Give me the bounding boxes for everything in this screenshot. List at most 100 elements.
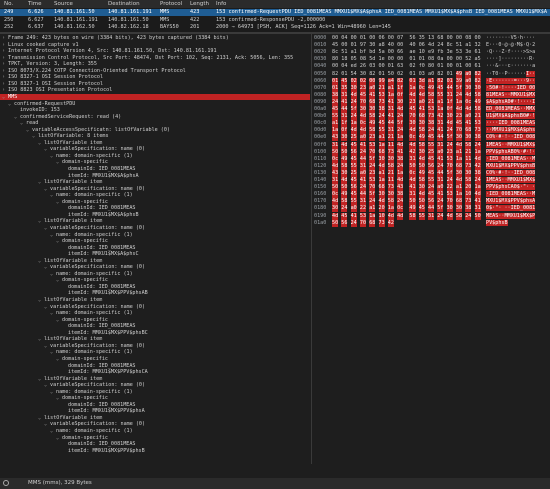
hex-byte[interactable]: 56: [350, 148, 357, 156]
hex-byte[interactable]: 30: [465, 84, 472, 92]
hex-byte[interactable]: 58: [465, 177, 472, 184]
hex-byte[interactable]: 31: [428, 212, 435, 220]
hex-byte[interactable]: 30: [418, 120, 425, 128]
hex-byte[interactable]: a1: [437, 98, 444, 106]
hex-byte[interactable]: 30: [455, 205, 463, 213]
hex-byte[interactable]: 11: [465, 155, 472, 163]
hex-byte[interactable]: 30: [446, 205, 453, 213]
hex-byte[interactable]: 4d: [474, 191, 481, 199]
hex-byte[interactable]: 21: [387, 134, 394, 142]
hex-byte[interactable]: 45: [359, 91, 367, 99]
col-protocol[interactable]: Protocol: [160, 1, 182, 7]
hex-byte[interactable]: 4d: [397, 106, 404, 113]
vertical-divider[interactable]: [311, 34, 312, 464]
hex-byte[interactable]: 50: [409, 162, 416, 170]
hex-byte[interactable]: a1: [369, 205, 376, 213]
hex-byte[interactable]: 45: [378, 120, 385, 128]
hex-byte[interactable]: 4d: [418, 155, 425, 163]
hex-byte[interactable]: 45: [437, 84, 444, 92]
hex-byte[interactable]: 61: [475, 49, 481, 56]
hex-byte[interactable]: 80: [428, 63, 434, 70]
hex-byte[interactable]: 44: [341, 106, 348, 113]
hex-byte[interactable]: 0a: [437, 56, 443, 63]
hex-byte[interactable]: 4d: [409, 141, 416, 149]
hex-byte[interactable]: 1a: [455, 191, 463, 199]
hex-byte[interactable]: 49: [369, 120, 376, 128]
hex-byte[interactable]: a1: [351, 49, 357, 56]
hex-byte[interactable]: 53: [446, 155, 453, 163]
hex-byte[interactable]: 51: [341, 49, 347, 56]
hex-byte[interactable]: 4d: [474, 155, 481, 163]
hex-byte[interactable]: 41: [350, 212, 357, 220]
packet-list[interactable]: No. Time Source Destination Protocol Len…: [0, 0, 550, 32]
hex-byte[interactable]: a1: [465, 42, 471, 49]
hex-byte[interactable]: 45: [409, 106, 416, 113]
hex-byte[interactable]: 68: [437, 35, 443, 42]
hex-byte[interactable]: 0c: [409, 169, 416, 177]
hex-byte[interactable]: 41: [341, 98, 348, 106]
hex-byte[interactable]: 55: [350, 162, 357, 170]
hex-byte[interactable]: 22: [446, 184, 453, 192]
hex-byte[interactable]: 97: [360, 42, 366, 49]
hex-byte[interactable]: 01: [379, 71, 385, 78]
hex-byte[interactable]: 4d: [465, 106, 472, 113]
hex-byte[interactable]: 21: [387, 169, 394, 177]
hex-byte[interactable]: 26: [360, 63, 366, 70]
hex-byte[interactable]: 4d: [378, 198, 385, 206]
hex-byte[interactable]: 82: [437, 71, 443, 78]
col-source[interactable]: Source: [54, 1, 73, 7]
hex-byte[interactable]: 4d: [332, 162, 339, 170]
hex-byte[interactable]: 02: [359, 77, 367, 85]
hex-byte[interactable]: 41: [387, 113, 394, 121]
tree-node[interactable]: ⌄ variableSpecification: name (0): [0, 304, 145, 311]
hex-byte[interactable]: 53: [446, 191, 453, 199]
tree-node[interactable]: ⌄ name: domain-specific (1): [0, 389, 133, 396]
hex-byte[interactable]: a0: [437, 148, 444, 156]
hex-byte[interactable]: 49: [418, 169, 425, 177]
col-no[interactable]: No.: [4, 1, 13, 7]
hex-byte[interactable]: 50: [388, 71, 394, 78]
tree-node[interactable]: domainId: IED_0081MEAS: [0, 245, 135, 252]
tree-node[interactable]: › Transmission Control Protocol, Src Port…: [0, 55, 293, 62]
hex-byte[interactable]: 1a: [332, 127, 339, 135]
hex-byte[interactable]: 08: [360, 56, 366, 63]
hex-byte[interactable]: 24: [350, 219, 357, 227]
hex-byte[interactable]: e9: [428, 49, 434, 56]
hex-byte[interactable]: 1a: [474, 148, 481, 156]
hex-byte[interactable]: 58: [418, 127, 425, 135]
hex-byte[interactable]: 50: [341, 148, 348, 156]
hex-byte[interactable]: 24: [446, 177, 453, 184]
hex-byte[interactable]: a0: [428, 71, 434, 78]
hex-byte[interactable]: 73: [387, 184, 394, 192]
hex-byte[interactable]: 4d: [397, 177, 404, 184]
hex-byte[interactable]: 24: [446, 127, 453, 135]
tree-node[interactable]: domainId: IED_0081MEAS: [0, 284, 135, 291]
hex-byte[interactable]: 41: [437, 127, 444, 135]
hex-byte[interactable]: 00: [332, 63, 338, 70]
hex-byte[interactable]: 61: [475, 63, 481, 70]
hex-byte[interactable]: 4d: [418, 191, 425, 199]
hex-byte[interactable]: 49: [474, 98, 481, 106]
hex-byte[interactable]: 01: [409, 56, 415, 63]
packet-row[interactable]: 249 6.626 140.81.161.50 140.81.161.191 MMS 42…: [0, 9, 550, 16]
hex-byte[interactable]: 55: [428, 141, 435, 149]
hex-byte[interactable]: 56: [428, 198, 435, 206]
hex-byte[interactable]: 63: [397, 63, 403, 70]
hex-byte[interactable]: 08: [428, 56, 434, 63]
hex-byte[interactable]: 45: [428, 155, 435, 163]
hex-byte[interactable]: 1a: [397, 134, 404, 142]
tree-node[interactable]: ⌄ name: domain-specific (1): [0, 271, 133, 278]
tree-node[interactable]: ⌄ listOfVariable item: [0, 218, 102, 225]
hex-byte[interactable]: 1a: [437, 106, 444, 113]
hex-byte[interactable]: 30: [359, 106, 367, 113]
hex-byte[interactable]: 0c: [359, 120, 367, 128]
hex-byte[interactable]: 24: [446, 141, 453, 149]
hex-byte[interactable]: 49: [455, 70, 463, 78]
hex-byte[interactable]: 23: [369, 169, 376, 177]
hex-byte[interactable]: 5f: [369, 191, 376, 199]
tree-node[interactable]: ⌄ listOfVariable item: [0, 140, 102, 147]
hex-byte[interactable]: ed: [351, 63, 357, 70]
tree-node[interactable]: itemId: MMXU1$MX$PPV$phsA: [0, 408, 145, 415]
tree-node[interactable]: ⌄ listOfVariable item: [0, 258, 102, 265]
hex-byte[interactable]: 53: [369, 141, 376, 149]
